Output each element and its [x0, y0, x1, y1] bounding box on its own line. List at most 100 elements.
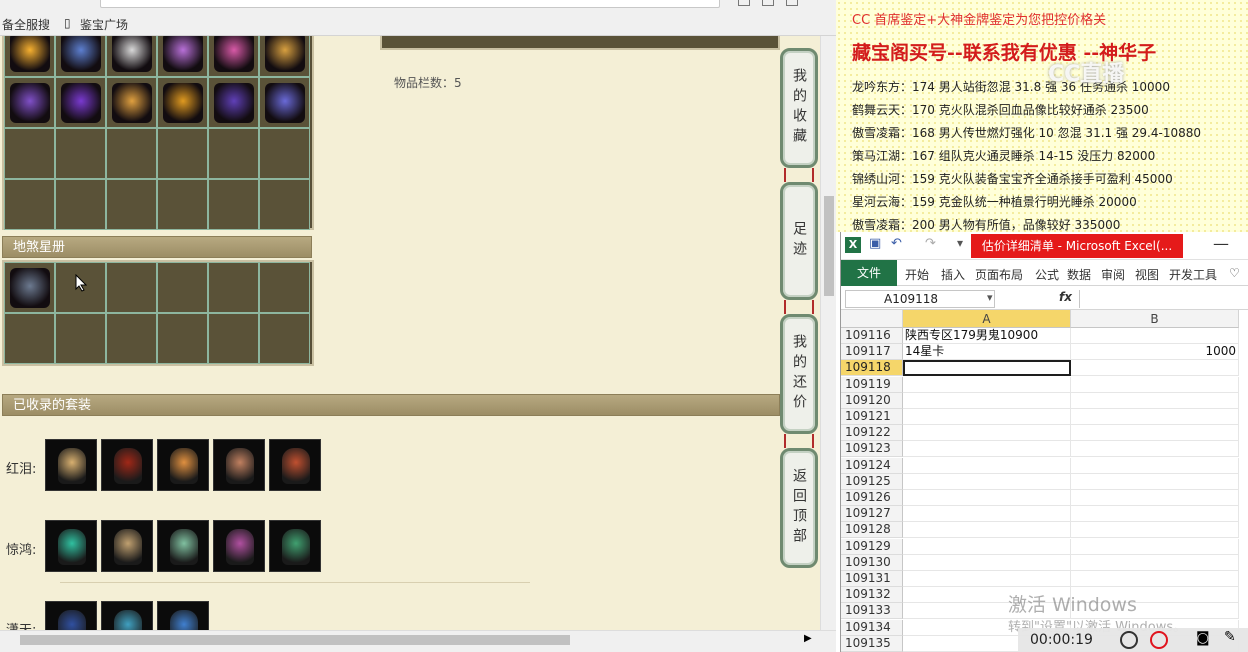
- row-header[interactable]: 109127: [841, 506, 903, 523]
- inventory-slot[interactable]: [4, 77, 55, 128]
- inventory-slot[interactable]: [55, 77, 106, 128]
- cell-b[interactable]: [1071, 376, 1239, 393]
- address-bar[interactable]: [100, 0, 720, 8]
- row-header[interactable]: 109134: [841, 619, 903, 636]
- tab-data[interactable]: 数据: [1067, 266, 1091, 283]
- inventory-slot[interactable]: [4, 179, 55, 230]
- cell-b[interactable]: 1000: [1071, 344, 1239, 361]
- inventory-slot[interactable]: [55, 313, 106, 364]
- row-header[interactable]: 109118: [841, 360, 903, 377]
- row-header[interactable]: 109129: [841, 538, 903, 555]
- cell-b[interactable]: [1071, 473, 1239, 490]
- inventory-slot[interactable]: [106, 313, 157, 364]
- row-header[interactable]: 109135: [841, 635, 903, 652]
- pen-icon[interactable]: ✎: [1224, 629, 1236, 645]
- cell-a[interactable]: [903, 571, 1071, 587]
- save-icon[interactable]: ▣: [869, 236, 881, 251]
- cell-b[interactable]: [1071, 409, 1239, 425]
- item-icon[interactable]: [214, 36, 254, 72]
- ribbon-collapse-icon[interactable]: ♡: [1229, 266, 1240, 280]
- cell-a[interactable]: 陕西专区179男鬼10900: [903, 328, 1071, 344]
- my-favorites-button[interactable]: 我的收藏: [780, 48, 818, 168]
- inventory-slot[interactable]: [106, 36, 157, 77]
- cell-a[interactable]: [903, 392, 1071, 409]
- formula-input[interactable]: [1079, 290, 1247, 308]
- inventory-slot[interactable]: [4, 262, 55, 313]
- cell-b[interactable]: [1071, 441, 1239, 458]
- inventory-slot[interactable]: [208, 313, 259, 364]
- cell-a[interactable]: [903, 457, 1071, 474]
- set-piece-thumbnail[interactable]: [157, 520, 209, 572]
- cell-b[interactable]: [1071, 538, 1239, 555]
- item-icon[interactable]: [214, 83, 254, 123]
- inventory-slot[interactable]: [106, 262, 157, 313]
- inventory-slot[interactable]: [55, 179, 106, 230]
- set-piece-thumbnail[interactable]: [45, 439, 97, 491]
- cell-a[interactable]: [903, 473, 1071, 490]
- window-tab-icon[interactable]: [762, 0, 774, 6]
- tab-page-layout[interactable]: 页面布局: [975, 266, 1023, 283]
- cell-a[interactable]: [903, 490, 1071, 506]
- item-icon[interactable]: [61, 83, 101, 123]
- cell-b[interactable]: [1071, 328, 1239, 344]
- cell-b[interactable]: [1071, 506, 1239, 523]
- scrollbar-thumb[interactable]: [20, 635, 570, 645]
- set-piece-thumbnail[interactable]: [213, 439, 265, 491]
- cell-b[interactable]: [1071, 360, 1239, 377]
- inventory-slot[interactable]: [106, 128, 157, 179]
- inventory-slot[interactable]: [157, 313, 208, 364]
- active-cell[interactable]: [903, 360, 1071, 377]
- inventory-slot[interactable]: [157, 128, 208, 179]
- cell-a[interactable]: [903, 376, 1071, 393]
- inventory-slot[interactable]: [208, 179, 259, 230]
- set-piece-thumbnail[interactable]: [269, 520, 321, 572]
- cell-b[interactable]: [1071, 457, 1239, 474]
- cell-a[interactable]: 14星卡: [903, 344, 1071, 361]
- function-icon[interactable]: fx: [1059, 290, 1072, 304]
- row-header[interactable]: 109133: [841, 603, 903, 620]
- inventory-slot[interactable]: [4, 36, 55, 77]
- item-icon[interactable]: [10, 268, 50, 308]
- cell-a[interactable]: [903, 522, 1071, 539]
- inventory-slot[interactable]: [4, 313, 55, 364]
- tab-view[interactable]: 视图: [1135, 266, 1159, 283]
- row-header[interactable]: 109132: [841, 587, 903, 604]
- set-piece-thumbnail[interactable]: [157, 439, 209, 491]
- window-restore-icon[interactable]: [738, 0, 750, 6]
- item-icon[interactable]: [10, 36, 50, 72]
- column-header-a[interactable]: A: [903, 310, 1071, 328]
- inventory-slot[interactable]: [157, 77, 208, 128]
- cell-b[interactable]: [1071, 571, 1239, 587]
- item-icon[interactable]: [265, 83, 305, 123]
- cell-a[interactable]: [903, 538, 1071, 555]
- inventory-slot[interactable]: [55, 128, 106, 179]
- inventory-slot[interactable]: [208, 77, 259, 128]
- row-header[interactable]: 109128: [841, 522, 903, 539]
- camera-icon[interactable]: ◙: [1196, 630, 1210, 646]
- row-header[interactable]: 109126: [841, 490, 903, 506]
- name-box[interactable]: A109118: [845, 290, 995, 308]
- set-piece-thumbnail[interactable]: [101, 439, 153, 491]
- bookmark-search[interactable]: 备全服搜: [2, 16, 50, 33]
- pause-icon[interactable]: [1120, 631, 1138, 649]
- inventory-slot[interactable]: [4, 128, 55, 179]
- set-piece-thumbnail[interactable]: [101, 601, 153, 630]
- cell-a[interactable]: [903, 425, 1071, 442]
- cell-a[interactable]: [903, 409, 1071, 425]
- inventory-slot[interactable]: [259, 77, 310, 128]
- set-piece-thumbnail[interactable]: [101, 520, 153, 572]
- bookmark-appraisal-square[interactable]: 鉴宝广场: [80, 16, 128, 33]
- row-header[interactable]: 109131: [841, 571, 903, 587]
- inventory-slot[interactable]: [157, 36, 208, 77]
- item-icon[interactable]: [61, 36, 101, 72]
- cell-a[interactable]: [903, 554, 1071, 571]
- inventory-slot[interactable]: [259, 128, 310, 179]
- row-header[interactable]: 109121: [841, 409, 903, 425]
- set-piece-thumbnail[interactable]: [45, 601, 97, 630]
- inventory-slot[interactable]: [106, 179, 157, 230]
- cell-b[interactable]: [1071, 554, 1239, 571]
- set-piece-thumbnail[interactable]: [269, 439, 321, 491]
- row-header[interactable]: 109125: [841, 473, 903, 490]
- cell-b[interactable]: [1071, 522, 1239, 539]
- row-header[interactable]: 109120: [841, 392, 903, 409]
